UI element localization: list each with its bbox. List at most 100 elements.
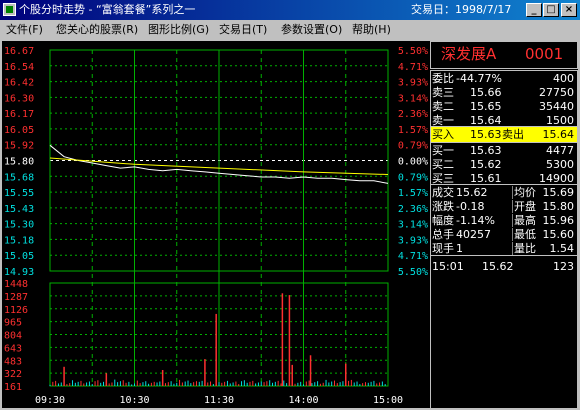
quote-panel: 深发展A 0001 委比 -44.77% 400 买入 15.63 卖出 15.…: [430, 41, 578, 408]
stat-value: 1.54: [549, 242, 575, 255]
sell-price: 15.66: [470, 86, 502, 99]
intraday-chart: 16.67 5.50% 16.54 4.71% 16.42 3.93% 16.30 3.14%…: [4, 46, 428, 406]
pct-tick-label: 1.57%: [398, 188, 428, 199]
pct-tick-label: 3.14%: [398, 220, 428, 231]
stat-value: 40257: [456, 228, 491, 241]
price-tick-label: 16.54: [4, 62, 34, 73]
app-icon[interactable]: [3, 3, 16, 16]
buy-label: 买一: [432, 144, 454, 157]
menu-file[interactable]: 文件(F): [6, 23, 43, 37]
time-tick-label: 11:30: [204, 395, 234, 406]
panel-border: [430, 184, 578, 185]
stat-label: 成交: [432, 186, 454, 199]
price-tick-label: 15.18: [4, 235, 34, 246]
sell-out-price: 15.64: [542, 128, 575, 141]
stock-header: 深发展A 0001: [430, 41, 578, 69]
menu-watchlist[interactable]: 您关心的股票(R): [56, 23, 138, 37]
stat-label: 总手: [432, 228, 454, 241]
pct-tick-label: 4.71%: [398, 251, 428, 262]
stat-value: 15.69: [542, 186, 575, 199]
pct-tick-label: 2.36%: [398, 204, 428, 215]
tick-volume: 123: [553, 260, 574, 273]
buy-in-price: 15.63: [470, 128, 502, 141]
panel-border: [577, 70, 578, 408]
window-title: 个股分时走势 - “富翁套餐”系列之一: [19, 3, 196, 16]
sell-out-label: 卖出: [502, 128, 524, 141]
price-tick-label: 15.92: [4, 141, 34, 152]
buy-volume: 4477: [546, 144, 574, 157]
menu-settings[interactable]: 参数设置(O): [281, 23, 342, 37]
stat-value: 15.96: [542, 214, 575, 227]
pct-tick-label: 0.00%: [398, 157, 428, 168]
pct-tick-label: 0.79%: [398, 172, 428, 183]
stat-value: 15.62: [456, 186, 488, 199]
volume-tick-label: 1448: [4, 279, 28, 290]
panel-border: [430, 70, 578, 71]
sell-label: 卖二: [432, 100, 454, 113]
volume-tick-label: 483: [4, 356, 22, 367]
tick-price: 15.62: [482, 260, 514, 273]
buy-sell-row: 买入 15.63 卖出 15.64: [430, 127, 578, 142]
price-tick-label: 16.17: [4, 109, 34, 120]
stat-label: 幅度: [432, 214, 454, 227]
menu-help[interactable]: 帮助(H): [352, 23, 391, 37]
maximize-button[interactable]: □: [543, 3, 559, 17]
stat-value: -1.14%: [456, 214, 495, 227]
volume-tick-label: 1126: [4, 305, 28, 316]
menu-chart-scale[interactable]: 图形比例(G): [148, 23, 209, 37]
buy-volume: 5300: [546, 158, 574, 171]
cell-divider: [512, 214, 513, 227]
minimize-button[interactable]: _: [526, 3, 542, 17]
time-tick-label: 10:30: [119, 395, 149, 406]
sell-price: 15.65: [470, 100, 502, 113]
stat-label: 量比: [514, 242, 536, 255]
pct-tick-label: 5.50%: [398, 46, 428, 57]
buy-price: 15.62: [470, 158, 502, 171]
volume-tick-label: 1287: [4, 292, 28, 303]
main-window: 个股分时走势 - “富翁套餐”系列之一 交易日：1998/7/17 _ □ × …: [0, 0, 580, 410]
stat-label: 涨跌: [432, 200, 454, 213]
price-tick-label: 16.42: [4, 78, 34, 89]
stat-row: 幅度 -1.14% 最高 15.96: [430, 213, 578, 228]
sell-row-2: 卖二 15.65 35440: [430, 99, 578, 114]
price-tick-label: 15.30: [4, 220, 34, 231]
buy-row-1: 买一 15.63 4477: [430, 143, 578, 158]
title-bar[interactable]: 个股分时走势 - “富翁套餐”系列之一 交易日：1998/7/17 _ □ ×: [0, 0, 580, 20]
price-tick-label: 15.05: [4, 251, 34, 262]
price-tick-label: 15.80: [4, 157, 34, 168]
tick-time: 15:01: [432, 260, 464, 273]
time-tick-label: 09:30: [35, 395, 65, 406]
price-tick-label: 14.93: [4, 267, 34, 278]
stat-row: 成交 15.62 均价 15.69: [430, 185, 578, 200]
buy-in-label: 买入: [432, 128, 454, 141]
weibi-label: 委比: [432, 72, 454, 85]
stat-label: 开盘: [514, 200, 536, 213]
buy-row-2: 买二 15.62 5300: [430, 157, 578, 172]
stat-row: 涨跌 -0.18 开盘 15.80: [430, 199, 578, 214]
buy-price: 15.63: [470, 144, 502, 157]
trade-date-label: 交易日：1998/7/17: [411, 3, 512, 16]
time-tick-label: 14:00: [288, 395, 318, 406]
price-tick-label: 16.30: [4, 93, 34, 104]
stat-value: 15.80: [542, 200, 575, 213]
cell-divider: [512, 200, 513, 213]
close-button[interactable]: ×: [561, 3, 577, 17]
pct-tick-label: 4.71%: [398, 62, 428, 73]
cell-divider: [512, 242, 513, 255]
sell-row-3: 卖三 15.66 27750: [430, 85, 578, 100]
time-tick-label: 15:00: [373, 395, 403, 406]
stat-label: 最低: [514, 228, 536, 241]
weibi-value: -44.77%: [456, 72, 502, 85]
stat-label: 最高: [514, 214, 536, 227]
stat-label: 现手: [432, 242, 454, 255]
menu-trade-date[interactable]: 交易日(T): [219, 23, 267, 37]
weibi-amount: 400: [553, 72, 574, 85]
panel-border: [430, 70, 431, 408]
stat-value: 1: [456, 242, 463, 255]
pct-tick-label: 5.50%: [398, 267, 428, 278]
volume-tick-label: 161: [4, 382, 22, 393]
panel-border: [430, 142, 578, 143]
weibi-row: 委比 -44.77% 400: [430, 71, 578, 86]
panel-border: [430, 255, 578, 256]
volume-tick-label: 804: [4, 331, 22, 342]
